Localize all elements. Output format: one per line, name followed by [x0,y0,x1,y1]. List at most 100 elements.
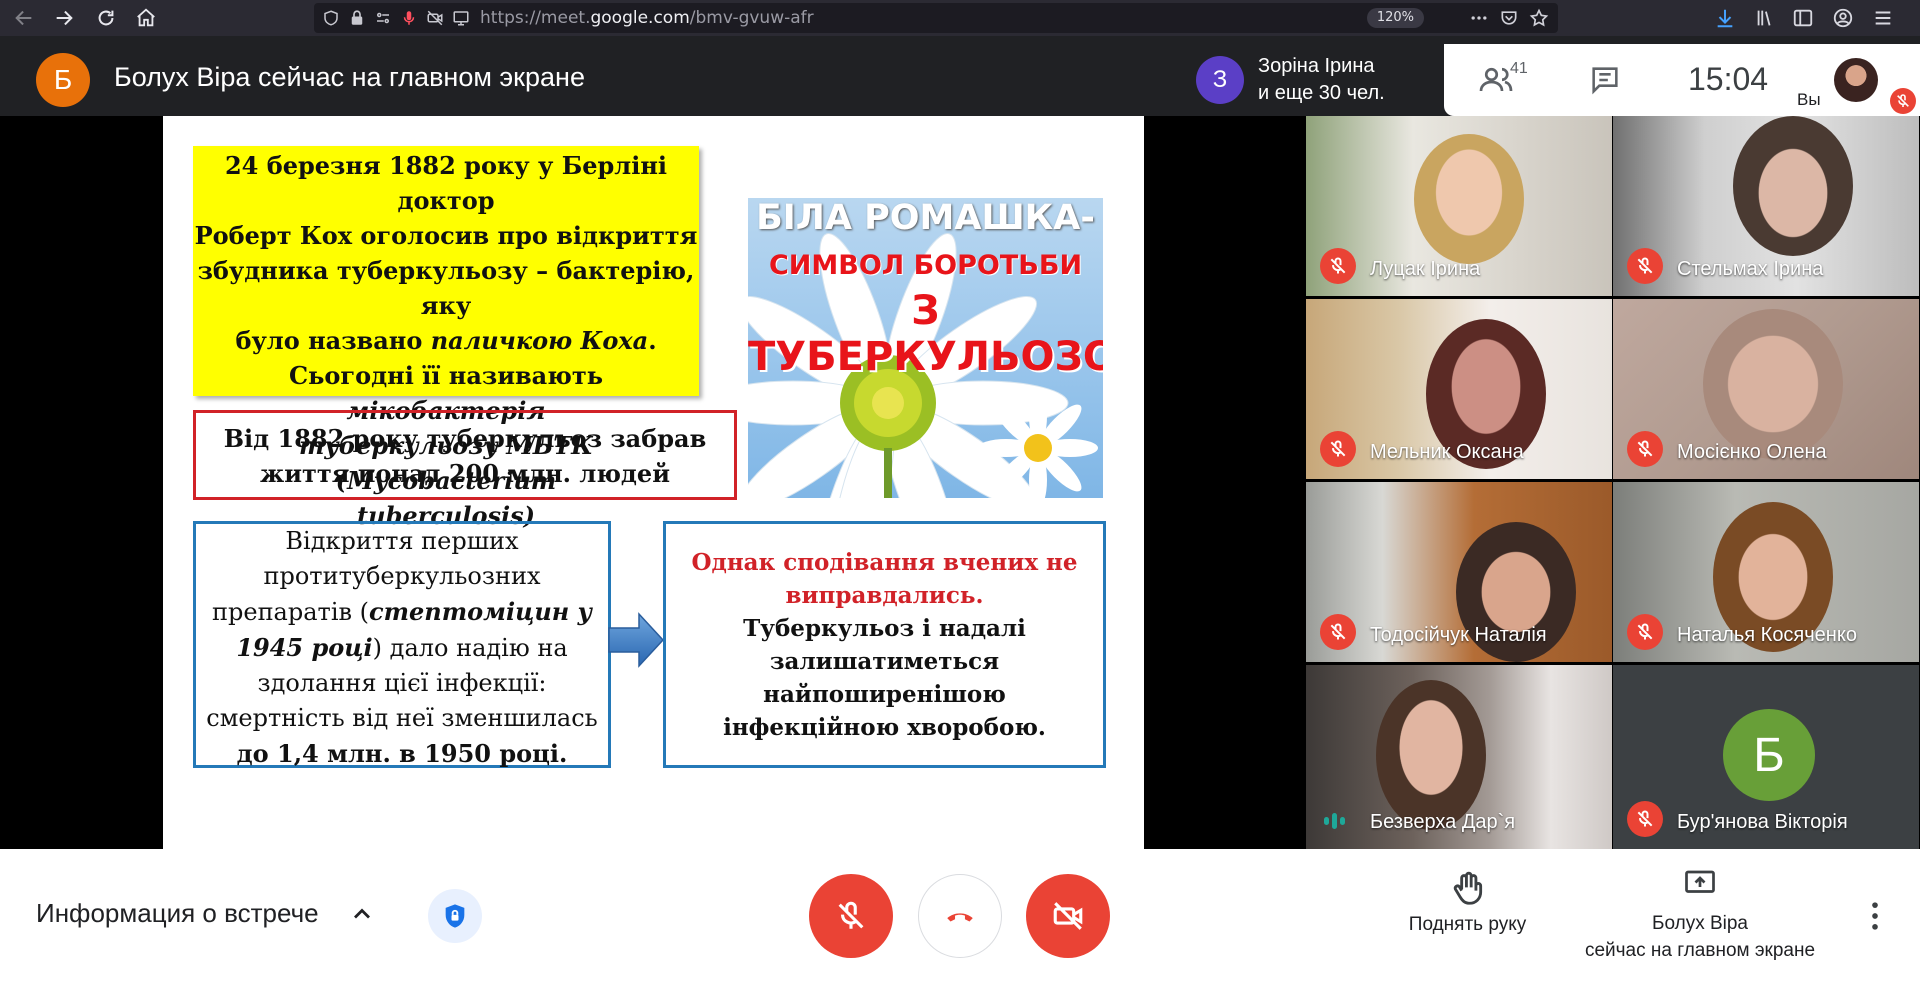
pocket-icon[interactable] [1494,3,1524,33]
people-icon[interactable] [1478,61,1514,102]
shield-lock-icon [445,904,465,928]
zoom-level-badge[interactable]: 120% [1366,8,1424,28]
slide-text: . [648,326,657,355]
slide-italic-text: 1945 році [236,633,373,662]
participant-avatar: Б [1723,709,1815,801]
participant-name: Тодосійчук Наталія [1370,624,1547,646]
raise-hand-button[interactable]: Поднять руку [1385,870,1550,936]
koch-discovery-box: 24 березня 1882 року у Берліні доктор Ро… [193,146,699,530]
security-shield-button[interactable] [428,889,482,943]
camera-blocked-icon[interactable] [422,3,448,33]
participant-name: Мельник Оксана [1370,441,1524,463]
image-caption-2: СИМВОЛ БОРОТЬБИ [768,250,1083,281]
image-caption-3: З ТУБЕРКУЛЬОЗОМ [748,288,1103,380]
participant-tile[interactable]: Луцак Ірина [1306,116,1612,296]
participant-name: Стельмах Ірина [1677,258,1824,280]
participant-tile[interactable]: Б Бур'янова Вікторія [1613,665,1919,849]
menu-hamburger-icon[interactable] [1866,0,1900,36]
slide-text: Туберкульоз і надалі залишатиметься найп… [723,615,1046,741]
participant-face [1376,680,1486,830]
url-text: https://meet.google.com/bmv-gvuw-afr [480,8,814,28]
meeting-owner-box[interactable]: З Зоріна Ірина и еще 30 чел. [1186,44,1444,116]
chat-icon[interactable] [1588,63,1622,102]
slide-italic-text: стептоміцин у [369,597,592,626]
slide-text-line: Від 1882 року туберкульоз забрав [223,424,707,453]
library-icon[interactable] [1748,0,1782,36]
participant-tile[interactable]: Стельмах Ірина [1613,116,1919,296]
slide-text-line: протитуберкульозних [263,562,541,590]
sidebar-icon[interactable] [1786,0,1820,36]
presentation-slide: 24 березня 1882 року у Берліні доктор Ро… [163,116,1144,849]
slide-text-line: Роберт Кох оголосив про відкриття [194,221,698,250]
slide-text-line: здолання цієї інфекції: [257,669,547,697]
participant-face [1703,309,1843,459]
camera-toggle-button[interactable] [1026,874,1110,958]
slide-text: ) дало надію на [372,634,568,662]
url-prefix: https://meet. [480,8,591,28]
slide-text: було названо [235,326,431,355]
reload-button[interactable] [86,0,126,36]
slide-text-line: до 1,4 млн. в 1950 році. [196,736,608,772]
self-avatar[interactable] [1834,58,1878,102]
back-button[interactable] [4,0,44,36]
slide-bold-text: до 1,4 млн. в 1950 році. [236,739,568,768]
microphone-toggle-button[interactable] [809,874,893,958]
participant-face [1733,116,1853,256]
participant-name: Бур'янова Вікторія [1677,811,1848,833]
slide-text-line: життя понад 200 млн. людей [259,459,670,488]
more-options-icon[interactable] [1862,896,1888,941]
leave-call-button[interactable] [918,874,1002,958]
slide-text-line: збудника туберкульозу – бактерію, яку [197,256,695,320]
participant-name: Наталья Косяченко [1677,624,1857,646]
participant-tile[interactable]: Тодосійчук Наталія [1306,482,1612,662]
participant-face [1414,134,1524,264]
hand-icon [1453,871,1482,905]
muted-mic-icon [1320,614,1356,650]
participant-tile[interactable]: Безверха Дар`я [1306,665,1612,849]
lock-icon[interactable] [344,3,370,33]
forward-arrow-icon [56,10,73,26]
chevron-up-icon[interactable] [348,900,376,933]
first-drugs-box: Відкриття перших протитуберкульозних пре… [193,521,611,768]
screen-share-icon[interactable] [448,3,474,33]
microphone-sharing-icon[interactable] [396,3,422,33]
account-icon[interactable] [1826,0,1860,36]
participants-count: 41 [1510,60,1528,77]
bookmark-star-icon[interactable] [1524,3,1554,33]
muted-mic-icon [1627,801,1663,837]
speaking-indicator-icon [1324,811,1350,831]
participant-tile[interactable]: Наталья Косяченко [1613,482,1919,662]
muted-mic-icon [1320,248,1356,284]
forward-button[interactable] [44,0,84,36]
owner-text: Зоріна Ірина и еще 30 чел. [1258,53,1385,107]
tracking-shield-icon[interactable] [318,3,344,33]
participant-name: Луцак Ірина [1370,258,1481,280]
camera-off-icon [1053,902,1083,930]
present-screen-icon [1685,870,1715,893]
slide-text-line: смертність від неї зменшилась [206,704,598,732]
address-bar[interactable]: https://meet.google.com/bmv-gvuw-afr 120… [314,3,1558,33]
owner-others: и еще 30 чел. [1258,82,1385,104]
image-caption-1: БІЛА РОМАШКА- [756,198,1095,238]
slide-text-line: Відкриття перших [285,527,519,555]
mic-off-icon [838,901,864,929]
participant-tile[interactable]: Мосієнко Олена [1613,299,1919,479]
participant-tile[interactable]: Мельник Оксана [1306,299,1612,479]
muted-mic-icon [1627,614,1663,650]
meeting-info-button[interactable]: Информация о встрече [36,898,319,929]
muted-mic-icon [1320,431,1356,467]
presenter-avatar: Б [36,53,90,107]
white-daisy-image: БІЛА РОМАШКА- СИМВОЛ БОРОТЬБИ З ТУБЕРКУЛ… [748,198,1103,498]
participant-name: Безверха Дар`я [1370,811,1516,833]
death-toll-box: Від 1882 року туберкульоз забрав життя п… [193,410,737,500]
raise-hand-label: Поднять руку [1408,914,1527,935]
participant-name: Мосієнко Олена [1677,441,1827,463]
back-arrow-icon [15,10,32,26]
permissions-icon[interactable] [370,3,396,33]
home-button[interactable] [126,0,166,36]
downloads-icon[interactable] [1708,0,1742,36]
slide-text: Сьогодні її називають [289,361,603,390]
page-actions-icon[interactable] [1464,3,1494,33]
presenting-now-button[interactable]: Болух Віра сейчас на главном экране [1560,866,1840,964]
owner-avatar: З [1196,56,1244,104]
